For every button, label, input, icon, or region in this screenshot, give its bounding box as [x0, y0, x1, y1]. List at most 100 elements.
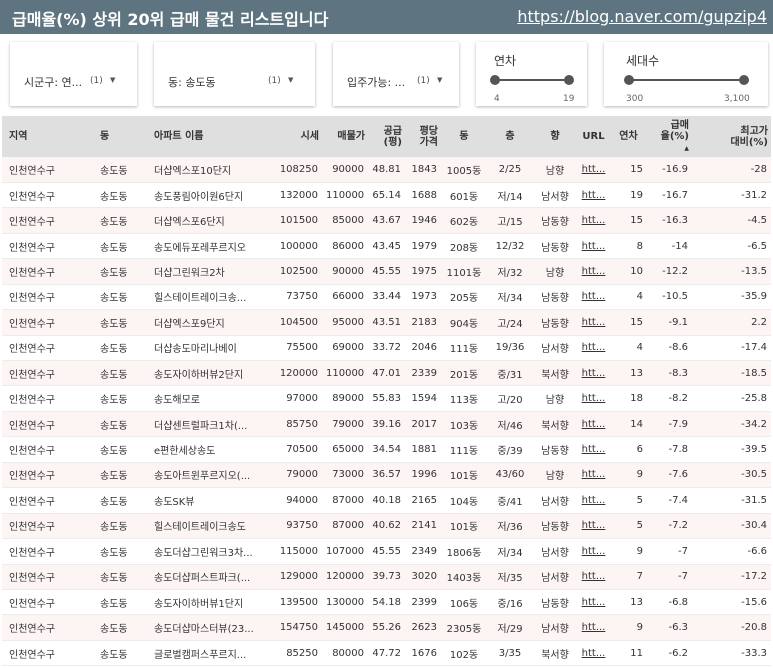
cell-url[interactable]: htt...	[577, 284, 610, 311]
column-header-apartment-name[interactable]: 아파트 이름	[146, 116, 274, 157]
cell-dong: 송도동	[90, 157, 146, 183]
cell-listing-price: 120000	[322, 564, 368, 590]
cell-vs-peak: -18.5	[692, 360, 771, 387]
listing-url-link[interactable]: htt...	[582, 469, 606, 480]
listing-url-link[interactable]: htt...	[582, 266, 606, 277]
column-header-url[interactable]: URL	[577, 116, 610, 157]
cell-url[interactable]: htt...	[577, 258, 610, 285]
cell-url[interactable]: htt...	[577, 233, 610, 260]
age-range-slider[interactable]: 연차 4 19	[476, 42, 587, 106]
cell-url[interactable]: htt...	[577, 207, 610, 234]
listing-url-link[interactable]: htt...	[582, 190, 606, 201]
listing-url-link[interactable]: htt...	[582, 648, 606, 659]
age-slider-track[interactable]	[494, 79, 570, 81]
age-slider-max-handle[interactable]	[564, 75, 574, 85]
cell-direction: 남동향	[533, 309, 577, 336]
cell-url[interactable]: htt...	[577, 487, 610, 514]
cell-discount-rate: -8.2	[647, 385, 692, 412]
cell-url[interactable]: htt...	[577, 614, 610, 641]
cell-vs-peak: -30.5	[692, 462, 771, 489]
households-slider-max-handle[interactable]	[739, 75, 749, 85]
listing-url-link[interactable]: htt...	[582, 317, 606, 328]
cell-vs-peak: -33.3	[692, 640, 771, 667]
column-header-market-price[interactable]: 시세	[274, 116, 322, 157]
households-range-slider[interactable]: 세대수 300 3,100	[604, 42, 768, 106]
column-header-building[interactable]: 동	[441, 116, 487, 157]
cell-discount-rate: -7	[647, 538, 692, 565]
cell-url[interactable]: htt...	[577, 335, 610, 362]
cell-price-per-pyeong: 1975	[405, 258, 441, 285]
listing-url-link[interactable]: htt...	[582, 164, 606, 175]
cell-url[interactable]: htt...	[577, 385, 610, 412]
listing-url-link[interactable]: htt...	[582, 571, 606, 582]
cell-discount-rate: -9.1	[647, 309, 692, 336]
cell-dong: 송도동	[90, 462, 146, 489]
column-header-vs-peak[interactable]: 최고가 대비(%)	[692, 116, 771, 157]
table-row: 인천연수구 송도동 송도자이하버뷰1단지 139500 130000 54.18 2399 1…	[2, 589, 771, 616]
households-slider-min-handle[interactable]	[624, 75, 634, 85]
listing-url-link[interactable]: htt...	[582, 597, 606, 608]
column-header-price-per-pyeong[interactable]: 평당 가격	[405, 116, 441, 157]
column-header-supply-area[interactable]: 공급 (평)	[368, 116, 405, 157]
cell-vs-peak: -30.4	[692, 513, 771, 540]
cell-age: 19	[610, 182, 647, 209]
listing-url-link[interactable]: htt...	[582, 444, 606, 455]
cell-region: 인천연수구	[2, 360, 90, 387]
cell-age: 15	[610, 309, 647, 336]
column-header-floor[interactable]: 층	[487, 116, 533, 157]
listing-url-link[interactable]: htt...	[582, 622, 606, 633]
listing-url-link[interactable]: htt...	[582, 419, 606, 430]
cell-url[interactable]: htt...	[577, 182, 610, 209]
listing-url-link[interactable]: htt...	[582, 520, 606, 531]
listing-url-link[interactable]: htt...	[582, 342, 606, 353]
cell-discount-rate: -7	[647, 564, 692, 590]
age-slider-min-handle[interactable]	[490, 75, 500, 85]
sigungu-filter-dropdown[interactable]: 시군구: 연... (1) ▼	[10, 42, 137, 106]
column-header-region[interactable]: 지역	[2, 116, 90, 157]
cell-direction: 남향	[533, 157, 577, 183]
cell-supply-area: 40.18	[368, 487, 405, 514]
column-header-listing-price[interactable]: 매물가	[322, 116, 368, 157]
households-slider-track[interactable]	[628, 79, 744, 81]
cell-market-price: 70500	[274, 436, 322, 463]
cell-price-per-pyeong: 1594	[405, 385, 441, 412]
cell-url[interactable]: htt...	[577, 360, 610, 387]
cell-url[interactable]: htt...	[577, 436, 610, 463]
cell-url[interactable]: htt...	[577, 564, 610, 590]
cell-direction: 남서향	[533, 487, 577, 514]
cell-url[interactable]: htt...	[577, 513, 610, 540]
listing-url-link[interactable]: htt...	[582, 495, 606, 506]
cell-region: 인천연수구	[2, 589, 90, 616]
cell-building: 1806동	[441, 538, 487, 565]
cell-apartment-name: 송도SK뷰	[146, 487, 274, 514]
blog-link[interactable]: https://blog.naver.com/gupzip4	[517, 7, 767, 26]
listing-url-link[interactable]: htt...	[582, 215, 606, 226]
cell-url[interactable]: htt...	[577, 589, 610, 616]
cell-url[interactable]: htt...	[577, 462, 610, 489]
cell-url[interactable]: htt...	[577, 640, 610, 667]
listing-url-link[interactable]: htt...	[582, 546, 606, 557]
move-in-filter-dropdown[interactable]: 입주가능: ... (1) ▼	[333, 42, 459, 106]
cell-url[interactable]: htt...	[577, 538, 610, 565]
listing-url-link[interactable]: htt...	[582, 291, 606, 302]
cell-discount-rate: -16.7	[647, 182, 692, 209]
cell-url[interactable]: htt...	[577, 309, 610, 336]
cell-url[interactable]: htt...	[577, 411, 610, 438]
column-header-direction[interactable]: 향	[533, 116, 577, 157]
cell-price-per-pyeong: 2399	[405, 589, 441, 616]
cell-vs-peak: -28	[692, 157, 771, 183]
column-header-discount-rate[interactable]: 급매 율(%) ▲	[647, 116, 692, 157]
listing-url-link[interactable]: htt...	[582, 241, 606, 252]
cell-url[interactable]: htt...	[577, 157, 610, 183]
dong-filter-dropdown[interactable]: 동: 송도동 (1) ▼	[154, 42, 315, 106]
cell-dong: 송도동	[90, 640, 146, 667]
column-header-age[interactable]: 연차	[610, 116, 647, 157]
cell-price-per-pyeong: 2349	[405, 538, 441, 565]
listing-url-link[interactable]: htt...	[582, 393, 606, 404]
table-row: 인천연수구 송도동 힐스테이트레이크송... 73750 66000 33.44 1973 2…	[2, 284, 771, 311]
listing-url-link[interactable]: htt...	[582, 368, 606, 379]
cell-age: 4	[610, 335, 647, 362]
cell-listing-price: 69000	[322, 335, 368, 362]
cell-market-price: 101500	[274, 207, 322, 234]
column-header-dong[interactable]: 동	[90, 116, 146, 157]
